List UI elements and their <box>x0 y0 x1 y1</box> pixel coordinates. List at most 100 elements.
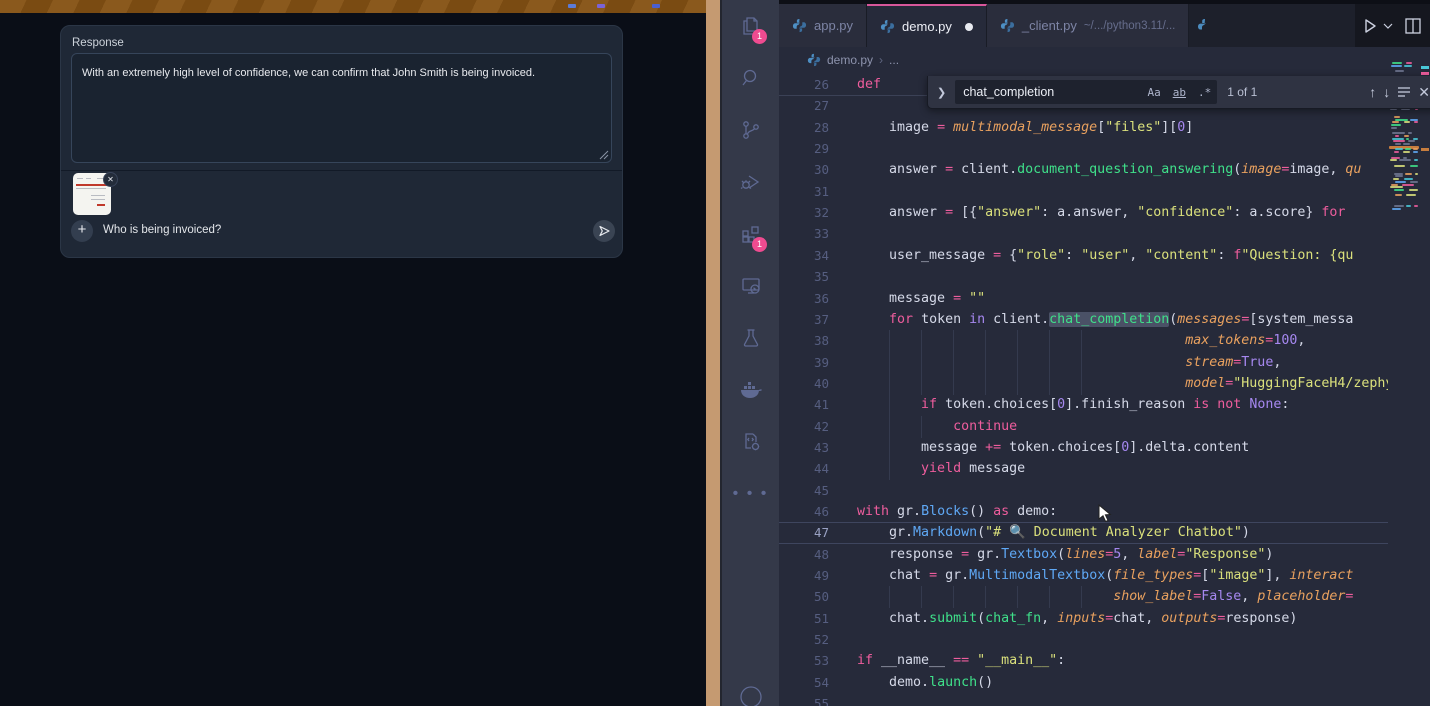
line-number: 48 <box>779 544 829 565</box>
whole-word-toggle[interactable]: ab <box>1167 86 1192 99</box>
line-number: 45 <box>779 480 829 501</box>
code-line[interactable]: 51 chat.submit(chat_fn, inputs=chat, out… <box>779 608 1390 630</box>
code-text: continue <box>857 416 1017 437</box>
line-number: 49 <box>779 565 829 586</box>
account-icon[interactable] <box>722 684 779 706</box>
find-expand-chevron-icon[interactable]: ❯ <box>928 86 955 99</box>
code-line[interactable]: 53if __name__ == "__main__": <box>779 650 1390 672</box>
tab-bar: app.py demo.py _client.py~/.../python3.11/… <box>779 4 1430 47</box>
find-query[interactable]: chat_completion <box>955 85 1141 99</box>
find-previous-button[interactable]: ↑ <box>1369 84 1376 100</box>
activity-docker-icon[interactable] <box>722 364 779 416</box>
code-line[interactable]: 28 image = multimodal_message["files"][0… <box>779 117 1390 139</box>
modified-dot-icon[interactable] <box>965 23 973 31</box>
textarea-resize-handle[interactable] <box>599 150 609 160</box>
run-python-file-button[interactable] <box>1361 17 1379 35</box>
code-line[interactable]: 45 <box>779 480 1390 502</box>
code-text: chat.submit(chat_fn, inputs=chat, output… <box>857 608 1297 629</box>
find-close-button[interactable]: ✕ <box>1418 84 1430 101</box>
find-next-button[interactable]: ↓ <box>1383 84 1390 100</box>
breadcrumb[interactable]: demo.py › ... <box>779 47 1388 72</box>
breadcrumb-file[interactable]: demo.py <box>827 53 873 67</box>
send-button[interactable] <box>593 220 615 242</box>
code-line[interactable]: 32 answer = [{"answer": a.answer, "confi… <box>779 202 1390 224</box>
code-line[interactable]: 46with gr.Blocks() as demo: <box>779 501 1390 523</box>
breadcrumb-more[interactable]: ... <box>889 53 899 67</box>
find-input[interactable]: chat_completion Aa ab .* <box>955 80 1217 104</box>
code-text: yield message <box>857 458 1025 479</box>
editor-actions <box>1355 4 1430 47</box>
activity-explorer-icon[interactable]: 1 <box>722 0 779 52</box>
code-line[interactable]: 55 <box>779 693 1390 706</box>
code-line[interactable]: 52 <box>779 629 1390 651</box>
titlebar-dot <box>652 4 660 8</box>
chatbot-panel: Response With an extremely high level of… <box>60 25 623 258</box>
tab-partial-python-icon[interactable] <box>1189 4 1213 47</box>
minimap[interactable] <box>1388 60 1430 706</box>
editor-group: app.py demo.py _client.py~/.../python3.11/… <box>779 0 1430 706</box>
code-line[interactable]: 54 demo.launch() <box>779 672 1390 694</box>
tab-label: app.py <box>814 18 853 33</box>
line-number: 27 <box>779 95 829 116</box>
code-line[interactable]: 41 if token.choices[0].finish_reason is … <box>779 394 1390 416</box>
code-line[interactable]: 35 <box>779 266 1390 288</box>
tab-demo-py[interactable]: demo.py <box>867 4 987 47</box>
match-case-toggle[interactable]: Aa <box>1141 86 1166 99</box>
code-line[interactable]: 37 for token in client.chat_completion(m… <box>779 309 1390 331</box>
activity-remote-explorer-icon[interactable] <box>722 260 779 312</box>
line-number: 44 <box>779 458 829 479</box>
code-line[interactable]: 31 <box>779 181 1390 203</box>
line-number: 51 <box>779 608 829 629</box>
activity-testing-icon[interactable] <box>722 312 779 364</box>
activity-source-control-icon[interactable] <box>722 104 779 156</box>
line-number: 41 <box>779 394 829 415</box>
code-line[interactable]: 38 max_tokens=100, <box>779 330 1390 352</box>
find-results-count: 1 of 1 <box>1227 85 1257 99</box>
tab--client-py[interactable]: _client.py~/.../python3.11/... <box>987 4 1189 47</box>
response-textarea[interactable]: With an extremely high level of confiden… <box>71 53 612 163</box>
run-dropdown-chevron-icon[interactable] <box>1383 22 1393 30</box>
activity-search-icon[interactable] <box>722 52 779 104</box>
code-line[interactable]: 29 <box>779 138 1390 160</box>
code-line[interactable]: 43 message += token.choices[0].delta.con… <box>779 437 1390 459</box>
code-line[interactable]: 48 response = gr.Textbox(lines=5, label=… <box>779 544 1390 566</box>
activity-run-debug-icon[interactable] <box>722 156 779 208</box>
code-line[interactable]: 47 gr.Markdown("# 🔍 Document Analyzer Ch… <box>779 522 1390 544</box>
mouse-cursor-icon <box>1098 504 1114 524</box>
code-line[interactable]: 33 <box>779 223 1390 245</box>
regex-toggle[interactable]: .* <box>1192 86 1217 99</box>
add-file-button[interactable]: + <box>71 220 93 242</box>
code-line[interactable]: 50 show_label=False, placeholder= <box>779 586 1390 608</box>
activity-code-snippets-icon[interactable] <box>722 416 779 468</box>
tab-app-py[interactable]: app.py <box>779 4 867 47</box>
tab-label: demo.py <box>902 19 952 34</box>
code-line[interactable]: 49 chat = gr.MultimodalTextbox(file_type… <box>779 565 1390 587</box>
find-in-selection-button[interactable] <box>1397 84 1411 100</box>
line-number: 32 <box>779 202 829 223</box>
activity-badge: 1 <box>752 237 767 252</box>
line-number: 40 <box>779 373 829 394</box>
line-number: 53 <box>779 650 829 671</box>
pane-divider[interactable] <box>706 0 720 706</box>
activity-more-icon[interactable]: • • • <box>722 468 779 520</box>
code-line[interactable]: 36 message = "" <box>779 288 1390 310</box>
code-line[interactable]: 39 stream=True, <box>779 352 1390 374</box>
split-editor-button[interactable] <box>1405 18 1421 34</box>
code-text: response = gr.Textbox(lines=5, label="Re… <box>857 544 1273 565</box>
activity-badge: 1 <box>752 29 767 44</box>
line-number: 26 <box>779 74 829 95</box>
code-line[interactable]: 44 yield message <box>779 458 1390 480</box>
code-line[interactable]: 40 model="HuggingFaceH4/zephyr-7b-beta <box>779 373 1390 395</box>
line-number: 46 <box>779 501 829 522</box>
code-line[interactable]: 34 user_message = {"role": "user", "cont… <box>779 245 1390 267</box>
code-text: user_message = {"role": "user", "content… <box>857 245 1353 266</box>
code-editor[interactable]: 26def2728 image = multimodal_message["fi… <box>779 72 1390 706</box>
code-line[interactable]: 30 answer = client.document_question_ans… <box>779 159 1390 181</box>
code-line[interactable]: 42 continue <box>779 416 1390 438</box>
attachment-close-button[interactable]: ✕ <box>103 172 118 187</box>
chat-input[interactable]: Who is being invoiced? <box>103 224 221 236</box>
activity-bar: 1 1 • • • <box>722 0 779 706</box>
screen: Response With an extremely high level of… <box>0 0 1430 706</box>
activity-extensions-icon[interactable]: 1 <box>722 208 779 260</box>
panel-divider <box>61 170 622 171</box>
